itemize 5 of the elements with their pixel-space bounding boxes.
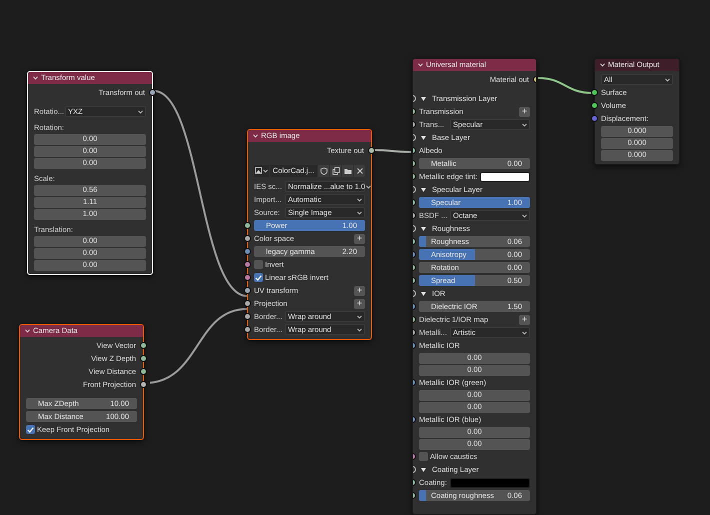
add-button[interactable]: +	[354, 298, 365, 308]
add-button[interactable]: +	[519, 106, 530, 116]
add-button[interactable]: +	[354, 286, 365, 296]
add-button[interactable]: +	[354, 234, 365, 244]
add-button[interactable]: +	[519, 314, 530, 324]
